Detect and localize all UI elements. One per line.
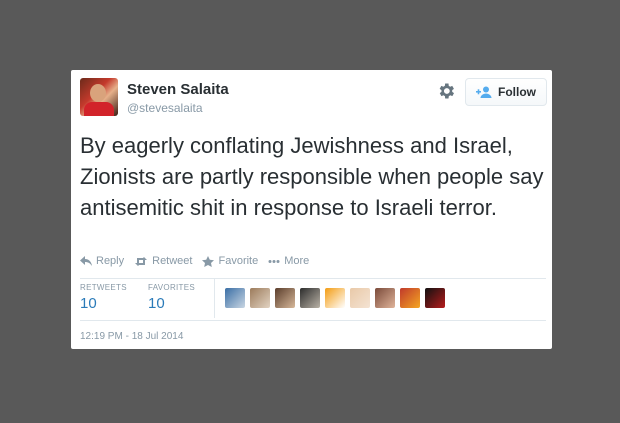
author-name[interactable]: Steven Salaita	[127, 81, 229, 98]
favoriter-avatar[interactable]	[325, 288, 345, 308]
tweet-actions: Reply Retweet Favorite More	[80, 255, 309, 267]
more-icon	[268, 259, 280, 263]
more-label: More	[284, 255, 310, 267]
tweet-timestamp[interactable]: 12:19 PM - 18 Jul 2014	[80, 331, 183, 342]
retweet-label: Retweet	[152, 255, 193, 267]
favoriter-avatar[interactable]	[275, 288, 295, 308]
reply-icon	[80, 255, 92, 266]
tweet-stats: RETWEETS 10 FAVORITES 10	[80, 283, 216, 312]
favoriter-avatar[interactable]	[350, 288, 370, 308]
favoriter-avatar[interactable]	[375, 288, 395, 308]
avatar-face	[90, 84, 106, 102]
favorites-label: FAVORITES	[148, 283, 196, 292]
favoriter-avatar[interactable]	[400, 288, 420, 308]
favoriter-avatar[interactable]	[225, 288, 245, 308]
author-avatar[interactable]	[80, 78, 118, 116]
favorites-stat[interactable]: FAVORITES 10	[148, 283, 216, 312]
favorite-action[interactable]: Favorite	[202, 255, 258, 267]
gear-icon[interactable]	[436, 81, 456, 101]
star-icon	[202, 255, 215, 267]
retweet-action[interactable]: Retweet	[134, 255, 192, 267]
reply-action[interactable]: Reply	[80, 255, 124, 267]
add-user-icon	[476, 86, 492, 98]
stats-separator	[214, 279, 215, 318]
reply-label: Reply	[96, 255, 125, 267]
tweet-card: Steven Salaita @stevesalaita Follow By e…	[71, 70, 552, 349]
favorite-label: Favorite	[218, 255, 259, 267]
favorites-count: 10	[148, 295, 165, 312]
divider-bottom	[80, 320, 546, 321]
retweet-icon	[135, 256, 148, 266]
follow-label: Follow	[498, 85, 536, 99]
favoriter-avatar[interactable]	[250, 288, 270, 308]
retweets-stat[interactable]: RETWEETS 10	[80, 283, 148, 312]
retweets-count: 10	[80, 295, 97, 312]
favoriter-avatar[interactable]	[300, 288, 320, 308]
favoriter-avatars	[225, 288, 445, 308]
retweets-label: RETWEETS	[80, 283, 127, 292]
divider-top	[80, 278, 546, 279]
tweet-text: By eagerly conflating Jewishness and Isr…	[80, 133, 544, 220]
follow-button[interactable]: Follow	[465, 78, 547, 106]
favoriter-avatar[interactable]	[425, 288, 445, 308]
more-action[interactable]: More	[268, 255, 309, 267]
author-handle[interactable]: @stevesalaita	[127, 101, 203, 115]
avatar-shirt	[84, 102, 114, 116]
